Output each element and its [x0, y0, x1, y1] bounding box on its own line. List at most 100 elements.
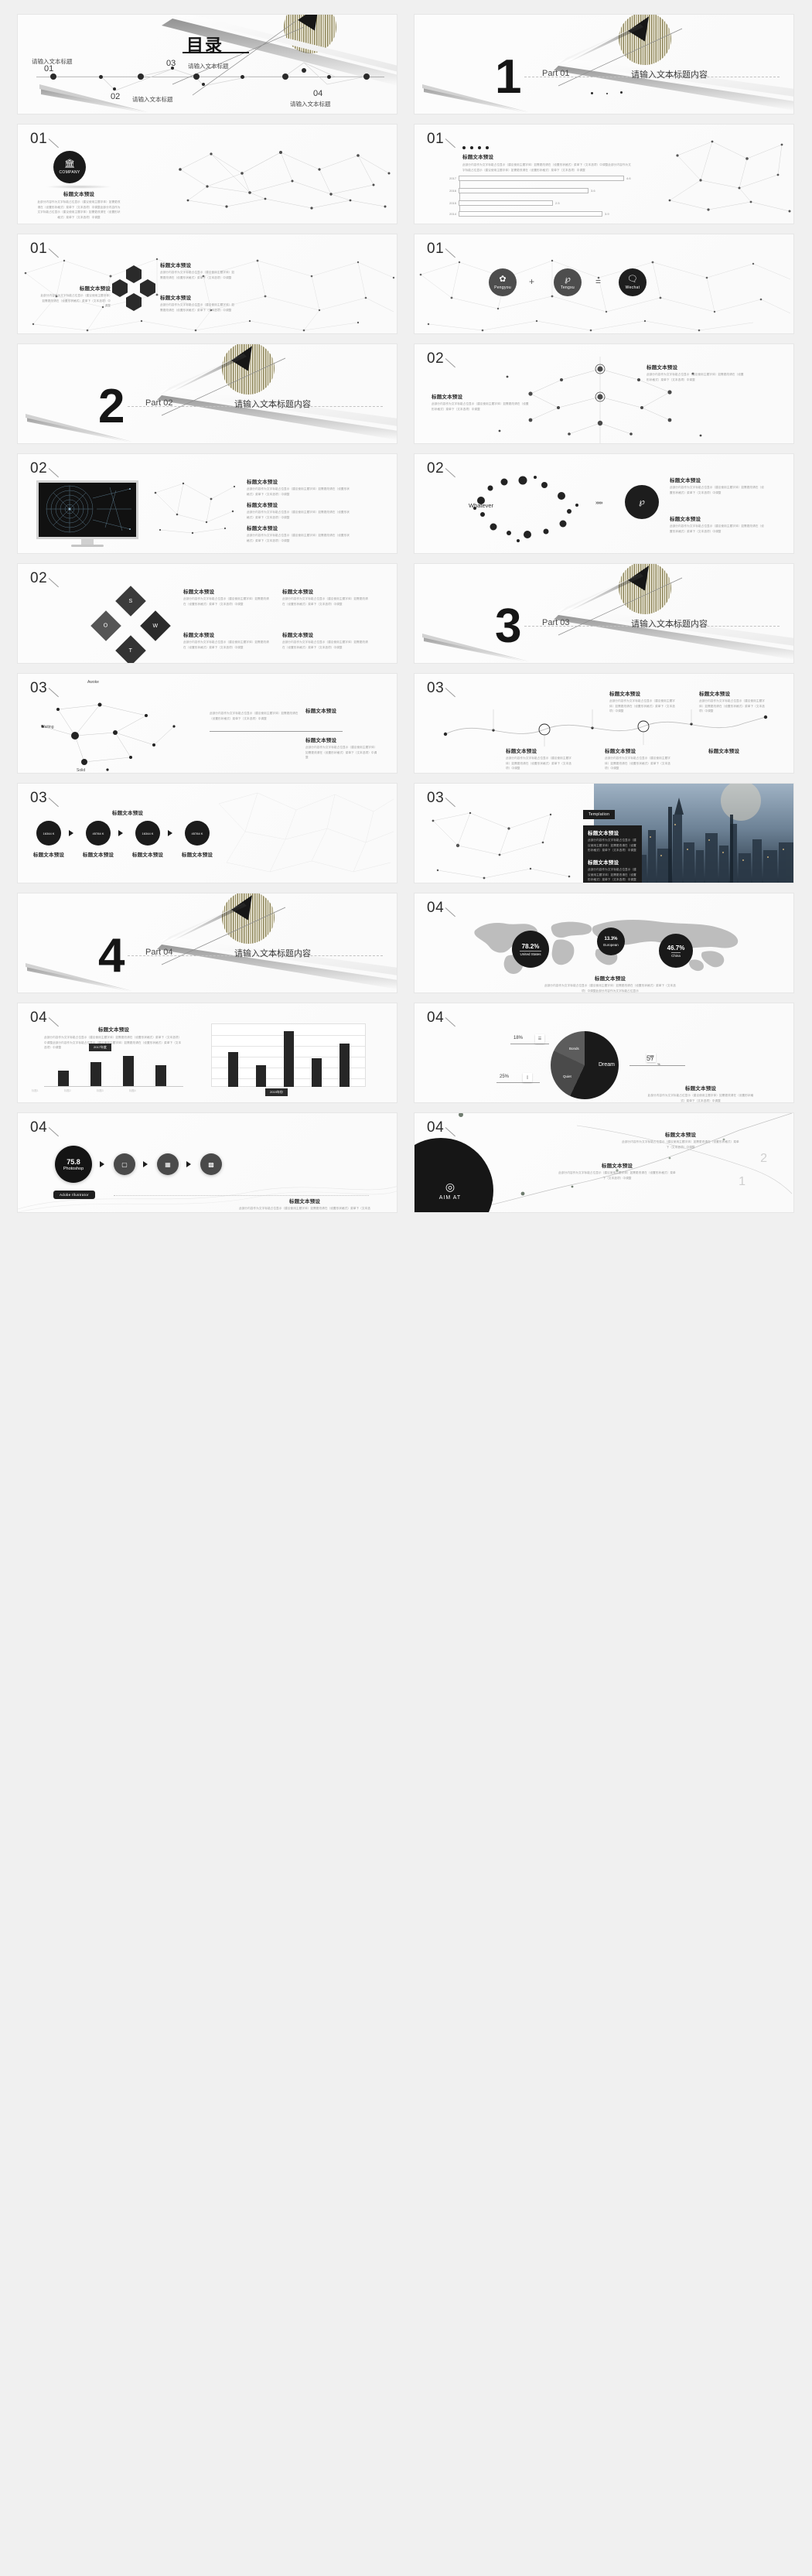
slide-02-network[interactable]: 02 标题文本预设 此部分内容作为文字标能占位显示（建议使用主题字体）如需更改请…	[414, 343, 794, 444]
badge-shadow	[46, 185, 112, 189]
slide-03-steps[interactable]: 03 16344 K 45784 K 16344 K 45784 K 标题文本预…	[17, 783, 397, 883]
slide-02-monitor[interactable]: 02 标题文本预设 此部分内容作为文字标能占位显示（建议使用主题字体）如需更改请…	[17, 453, 397, 554]
bar	[123, 1055, 134, 1086]
slide-04-aim-at[interactable]: 04 ◎ AIM AT 2 1 标题文本预设 此部分内容作为文字标能占位显示（建…	[414, 1112, 794, 1213]
step-badge-1[interactable]: 16344 K	[36, 821, 61, 846]
toc-item-index-3[interactable]: 03	[166, 59, 176, 68]
bar	[155, 1064, 166, 1086]
slide-04-dual-bars[interactable]: 04 标题文本预设 此部分内容作为文字标能占位显示（建议使用主题字体）如需更改请…	[17, 1003, 397, 1103]
section-part-label: Part 01	[542, 69, 570, 78]
slide-section-divider-4[interactable]: 4 Part 04 请输入文本标题内容	[17, 893, 397, 993]
block-title: 标题文本预设	[670, 517, 701, 522]
slide-table-of-contents[interactable]: 目录 请输入文本标题 01 02 请输入文本标题 03 请输入文本标题 04 请…	[17, 14, 397, 114]
skill-badge-gamepad[interactable]: ▩	[200, 1153, 222, 1175]
toc-item-label-3[interactable]: 请输入文本标题	[188, 62, 229, 70]
block-title: 标题文本预设	[605, 749, 636, 754]
slide-section-divider-3[interactable]: 3 Part 03 请输入文本标题内容	[414, 563, 794, 664]
section-number-badge: 03	[427, 790, 445, 806]
photo-tag[interactable]: Templation	[583, 810, 616, 819]
skill-main-badge[interactable]: 75.8 Photoshop	[55, 1146, 92, 1183]
slide-section-divider-2[interactable]: 2 Part 02 请输入文本标题内容	[17, 343, 397, 444]
slide-section-divider-1[interactable]: 1 Part 01 请输入文本标题内容	[414, 14, 794, 114]
swot-cell-o[interactable]: O	[90, 610, 121, 641]
slide-01-barchart[interactable]: 01 标题文本预设 此部分内容作为文字标能占位显示（建议使用主题字体）如需更改请…	[414, 124, 794, 224]
bar-chart-left	[44, 1050, 183, 1087]
block-title: 标题文本预设	[183, 633, 215, 638]
company-badge[interactable]: 🏛 COMPANY	[53, 151, 86, 183]
block-body: 此部分内容作为文字标能占位显示（建议使用主题字体）如需更改请在（设置形状格式）菜…	[210, 712, 299, 720]
slide-01-equation[interactable]: 01 ✿ Pengyou + ℘ Tengxu = 🗨 Wechat	[414, 234, 794, 334]
toc-node	[363, 73, 370, 80]
content-text-block: 标题文本预设 此部分内容作为文字标能占位显示（建议使用主题字体）如需更改请在（设…	[44, 1025, 183, 1051]
slide-01-hexagons[interactable]: 01 标题文本预设 此部分内容作为文字标能占位显示（建议使用主题字体）如需更改请…	[17, 234, 397, 334]
skill-badge-mouse[interactable]: ▢	[114, 1153, 135, 1175]
swot-cell-w[interactable]: W	[140, 610, 171, 641]
block-title: 标题文本预设	[247, 526, 278, 531]
equation-term-2[interactable]: ℘ Tengxu	[554, 268, 582, 296]
section-number-badge: 01	[30, 241, 48, 257]
arrow-right-icon	[100, 1161, 104, 1167]
toc-item-index-2[interactable]: 02	[111, 92, 120, 101]
chart-axis	[459, 176, 460, 216]
paper-fold-decoration	[26, 903, 397, 992]
swot-cell-t[interactable]: T	[115, 635, 146, 663]
slide-04-pie[interactable]: 04 Dream Quiet Bonds 57 % ⚒ 18% ☰ 25% ▯ …	[414, 1003, 794, 1103]
skill-pill-button[interactable]: Adobe Illustrator	[53, 1191, 95, 1199]
section-number-badge: 04	[30, 1119, 48, 1136]
map-stat-value: 13.3%	[604, 936, 618, 941]
step-badge-4[interactable]: 45784 K	[185, 821, 210, 846]
toc-item-label-4[interactable]: 请输入文本标题	[290, 100, 331, 108]
map-stat-china[interactable]: 46.7% China	[659, 934, 693, 968]
block-title: 标题文本预设	[183, 589, 215, 595]
slide-03-photo[interactable]: 03 Templation 标题文本预设 此部分内容作为文字标能占位显示（建议使…	[414, 783, 794, 883]
toc-item-label-2[interactable]: 请输入文本标题	[132, 95, 173, 104]
network-graphic	[668, 140, 791, 213]
step-badge-3[interactable]: 16344 K	[135, 821, 160, 846]
slide-04-skills[interactable]: 04 75.8 Photoshop ▢ ▦ ▩ Adobe Illustrato…	[17, 1112, 397, 1213]
map-stat-us[interactable]: 78.2% United States	[512, 931, 549, 968]
block-body: 此部分内容作为文字标能占位显示（建议使用主题字体）如需更改请在（设置形状格式）菜…	[160, 303, 235, 312]
step-caption-3: 标题文本预设	[131, 852, 164, 858]
aim-text-block: 标题文本预设 此部分内容作为文字标能占位显示（建议使用主题字体）如需更改请在（设…	[622, 1130, 739, 1150]
section-title: 请输入文本标题内容	[234, 400, 311, 409]
step-code: 16344 K	[43, 831, 55, 835]
slide-03-timeline[interactable]: 03 标题文本预设 此部分内容作为文字标能占位显示（建议使用主题字体）如需更改请…	[414, 673, 794, 774]
content-title: 标题文本预设	[288, 1199, 321, 1204]
slide-03-nodes[interactable]: 03 Awoke Waiting Solid 此部分内容作为文字标能占位显示（建…	[17, 673, 397, 774]
swot-cell-s[interactable]: S	[115, 586, 146, 617]
timeline-text-block: 标题文本预设 此部分内容作为文字标能占位显示（建议使用主题字体）如需更改请在（设…	[699, 689, 767, 714]
slide-02-whatever[interactable]: 02 Whatever »»» ℘ 标题文本预设 此部分内容作为文字标能占位显示…	[414, 453, 794, 554]
slide-02-diamond-swot[interactable]: 02 S W O T 标题文本预设 此部分内容作为文字标能占位显示（建议使用主题…	[17, 563, 397, 664]
block-body: 此部分内容作为文字标能占位显示（建议使用主题字体）如需更改请在（设置形状格式）菜…	[282, 641, 368, 649]
aim-label: AIM AT	[438, 1195, 462, 1201]
pie-slice-label-bonds: Bonds	[569, 1047, 579, 1051]
plus-operator: +	[529, 276, 535, 287]
section-title: 请输入文本标题内容	[631, 70, 708, 80]
pie-slice-label-dream: Dream	[599, 1062, 616, 1068]
toc-item-index-4[interactable]: 04	[313, 89, 322, 98]
equation-result[interactable]: 🗨 Wechat	[619, 268, 647, 296]
bar-value: 4.6	[626, 176, 631, 180]
slide-01-company[interactable]: 01 🏛 COMPANY 标题文本预设 此部分内容作为文字标能占位显示（建议使用…	[17, 124, 397, 224]
slide-04-world-map[interactable]: 04 78.2% United States 13.3% European 46…	[414, 893, 794, 993]
toc-node	[193, 73, 200, 80]
map-stat-europe[interactable]: 13.3% European	[597, 928, 625, 955]
target-badge[interactable]: ℘	[625, 485, 659, 519]
step-badge-2[interactable]: 45784 K	[86, 821, 111, 846]
network-text-block: 标题文本预设 此部分内容作为文字标能占位显示（建议使用主题字体）如需更改请在（设…	[432, 392, 531, 412]
timeline-text-block: 标题文本预设 此部分内容作为文字标能占位显示（建议使用主题字体）如需更改请在（设…	[506, 746, 574, 771]
equation-term-1[interactable]: ✿ Pengyou	[489, 268, 517, 296]
monitor-text-block: 标题文本预设 此部分内容作为文字标能占位显示（建议使用主题字体）如需更改请在（设…	[247, 477, 352, 497]
skill-badge-card[interactable]: ▦	[157, 1153, 179, 1175]
section-number-badge: 04	[427, 900, 445, 916]
skills-text-block: 标题文本预设 此部分内容作为文字标能占位显示（建议使用主题字体）如需更改请在（设…	[239, 1197, 370, 1212]
content-title: 标题文本预设	[684, 1086, 717, 1092]
bullet-dots	[462, 146, 489, 149]
toc-item-index-1[interactable]: 01	[44, 64, 53, 73]
toc-node	[99, 75, 103, 79]
section-number: 4	[98, 929, 125, 982]
bar	[58, 1071, 69, 1086]
magnifier-icon: ℘	[639, 497, 645, 507]
chart-left-title: 2017年度	[89, 1044, 111, 1051]
paper-fold-decoration	[422, 573, 793, 663]
